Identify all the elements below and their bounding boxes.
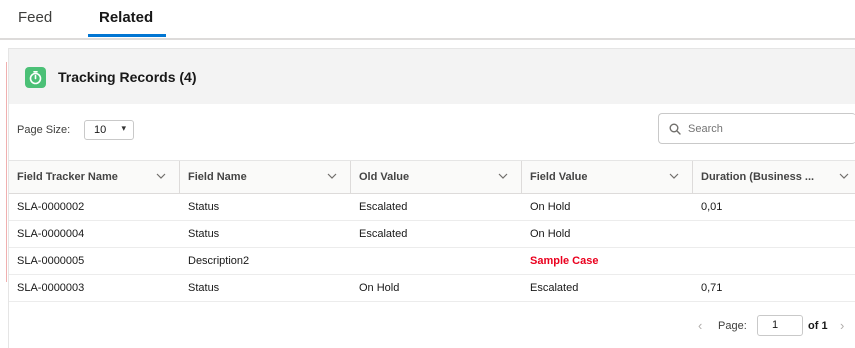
stopwatch-icon	[25, 67, 46, 88]
tracking-records-card: Tracking Records (4) Page Size: 10 ▾ Fie…	[8, 48, 855, 348]
chevron-down-icon[interactable]	[498, 171, 508, 181]
cell-tracker-name[interactable]: SLA-0000005	[17, 255, 84, 267]
page-size-select[interactable]: 10 ▾	[84, 120, 134, 140]
tab-related[interactable]: Related	[99, 9, 153, 26]
column-label: Duration (Business ...	[701, 171, 815, 183]
pager-total: of 1	[808, 320, 828, 332]
tab-bar: Feed Related	[0, 0, 855, 40]
column-label: Field Tracker Name	[17, 171, 118, 183]
cell-duration: 0,71	[701, 282, 723, 294]
card-title[interactable]: Tracking Records (4)	[58, 69, 197, 85]
chevron-down-icon[interactable]	[327, 171, 337, 181]
cell-field-name: Status	[188, 282, 220, 294]
column-label: Field Name	[188, 171, 247, 183]
search-input[interactable]	[688, 120, 848, 137]
pager-label: Page:	[718, 320, 747, 332]
chevron-down-icon[interactable]	[839, 171, 849, 181]
cell-field-value: Escalated	[530, 282, 579, 294]
chevron-down-icon[interactable]	[669, 171, 679, 181]
page-size-value: 10	[94, 124, 107, 136]
chevron-right-icon[interactable]: ›	[840, 318, 844, 333]
edge-divider	[6, 62, 7, 282]
table-row[interactable]: SLA-0000005 Description2 Sample Case	[9, 247, 855, 275]
search-icon	[669, 123, 681, 135]
cell-tracker-name[interactable]: SLA-0000004	[17, 228, 84, 240]
column-label: Field Value	[530, 171, 588, 183]
tab-feed[interactable]: Feed	[18, 9, 52, 26]
chevron-left-icon[interactable]: ‹	[698, 318, 702, 333]
caret-down-icon: ▾	[121, 123, 126, 133]
page-size-label: Page Size:	[17, 124, 71, 136]
search-box[interactable]	[658, 113, 855, 144]
column-header-field-tracker-name[interactable]: Field Tracker Name	[9, 161, 180, 193]
cell-field-name: Description2	[188, 255, 250, 267]
cell-old-value: Escalated	[359, 228, 408, 240]
column-header-field-value[interactable]: Field Value	[522, 161, 693, 193]
column-label: Old Value	[359, 171, 410, 183]
cell-tracker-name[interactable]: SLA-0000002	[17, 201, 84, 213]
card-header: Tracking Records (4)	[9, 49, 855, 104]
active-tab-indicator	[88, 34, 166, 37]
cell-field-value: On Hold	[530, 228, 571, 240]
page-number-input[interactable]: 1	[757, 315, 803, 336]
cell-field-name: Status	[188, 201, 220, 213]
table-header: Field Tracker Name Field Name Old Value …	[9, 160, 855, 194]
cell-old-value: On Hold	[359, 282, 400, 294]
table-row[interactable]: SLA-0000003 Status On Hold Escalated 0,7…	[9, 274, 855, 302]
cell-tracker-name[interactable]: SLA-0000003	[17, 282, 84, 294]
column-header-duration[interactable]: Duration (Business ...	[693, 161, 855, 193]
column-header-field-name[interactable]: Field Name	[180, 161, 351, 193]
table-row[interactable]: SLA-0000002 Status Escalated On Hold 0,0…	[9, 193, 855, 221]
cell-old-value: Escalated	[359, 201, 408, 213]
cell-field-value: On Hold	[530, 201, 571, 213]
column-header-old-value[interactable]: Old Value	[351, 161, 522, 193]
cell-duration: 0,01	[701, 201, 723, 213]
table-row[interactable]: SLA-0000004 Status Escalated On Hold	[9, 220, 855, 248]
chevron-down-icon[interactable]	[156, 171, 166, 181]
cell-field-value: Sample Case	[530, 255, 599, 267]
cell-field-name: Status	[188, 228, 220, 240]
